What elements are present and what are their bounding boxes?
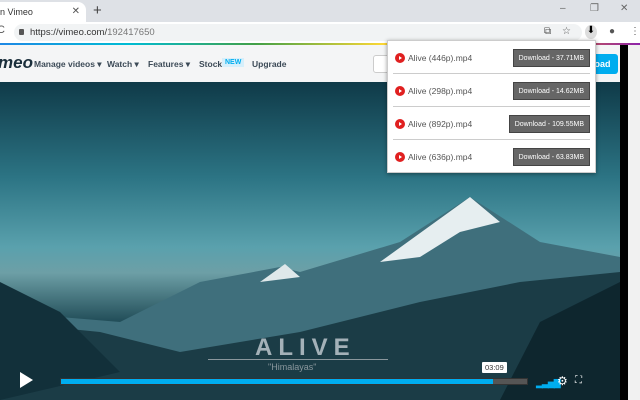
translate-icon[interactable]: ⧉	[544, 26, 551, 37]
lock-icon	[19, 29, 24, 35]
scrollbar[interactable]	[628, 45, 640, 400]
tab-bar: n Vimeo ✕ + – ❐ ✕	[0, 0, 640, 22]
video-title-overlay: ALIVE	[255, 334, 356, 361]
url-host: https://vimeo.com/	[30, 27, 108, 38]
gear-icon[interactable]: ⚙	[557, 374, 568, 388]
tab-title: n Vimeo	[0, 7, 33, 17]
nav-features[interactable]: Features ▾	[148, 59, 190, 70]
video-subtitle-overlay: "Himalayas"	[268, 362, 317, 372]
download-button[interactable]: Download - 109.55MB	[508, 115, 590, 133]
nav-stock[interactable]: Stock	[199, 59, 222, 69]
download-item: Alive (446p).mp4 Download - 37.71MB	[393, 41, 590, 74]
play-icon[interactable]	[20, 372, 33, 388]
download-item: Alive (892p).mp4 Download - 109.55MB	[393, 107, 590, 140]
new-tab-button[interactable]: +	[93, 2, 102, 19]
nav-upgrade[interactable]: Upgrade	[252, 59, 286, 69]
progress-bar[interactable]	[60, 378, 528, 385]
browser-tab[interactable]: n Vimeo ✕	[0, 2, 86, 22]
minimize-icon[interactable]: –	[560, 3, 566, 14]
download-extension-icon[interactable]: ⬇	[585, 25, 597, 39]
url-path: 192417650	[107, 27, 155, 38]
video-file-icon	[395, 53, 405, 63]
close-tab-icon[interactable]: ✕	[72, 6, 80, 17]
download-button[interactable]: Download - 63.83MB	[512, 148, 590, 166]
nav-watch[interactable]: Watch ▾	[107, 59, 139, 70]
progress-fill	[61, 379, 493, 384]
restore-icon[interactable]: ❐	[590, 3, 599, 14]
title-underline	[208, 359, 388, 360]
download-item: Alive (636p).mp4 Download - 63.83MB	[393, 140, 590, 173]
video-file-icon	[395, 119, 405, 129]
file-name: Alive (298p).mp4	[408, 86, 473, 96]
file-name: Alive (636p).mp4	[408, 152, 473, 162]
close-window-icon[interactable]: ✕	[620, 3, 628, 14]
file-name: Alive (446p).mp4	[408, 53, 473, 63]
reload-icon[interactable]: C	[0, 24, 5, 36]
video-file-icon	[395, 152, 405, 162]
nav-manage-videos[interactable]: Manage videos ▾	[34, 59, 102, 70]
menu-icon[interactable]: ⋮	[630, 26, 640, 37]
download-popup: Alive (446p).mp4 Download - 37.71MB Alive…	[387, 40, 596, 173]
new-badge: NEW	[222, 58, 245, 67]
profile-icon[interactable]: ●	[609, 26, 615, 37]
time-tooltip: 03:09	[482, 362, 507, 373]
url-input[interactable]: https://vimeo.com/192417650	[14, 24, 582, 41]
file-name: Alive (892p).mp4	[408, 119, 473, 129]
download-button[interactable]: Download - 14.62MB	[512, 82, 590, 100]
download-button[interactable]: Download - 37.71MB	[512, 49, 590, 67]
fullscreen-icon[interactable]: ⛶	[575, 375, 582, 386]
video-file-icon	[395, 86, 405, 96]
star-icon[interactable]: ☆	[562, 26, 571, 37]
download-item: Alive (298p).mp4 Download - 14.62MB	[393, 74, 590, 107]
vimeo-logo[interactable]: meo	[0, 53, 33, 73]
